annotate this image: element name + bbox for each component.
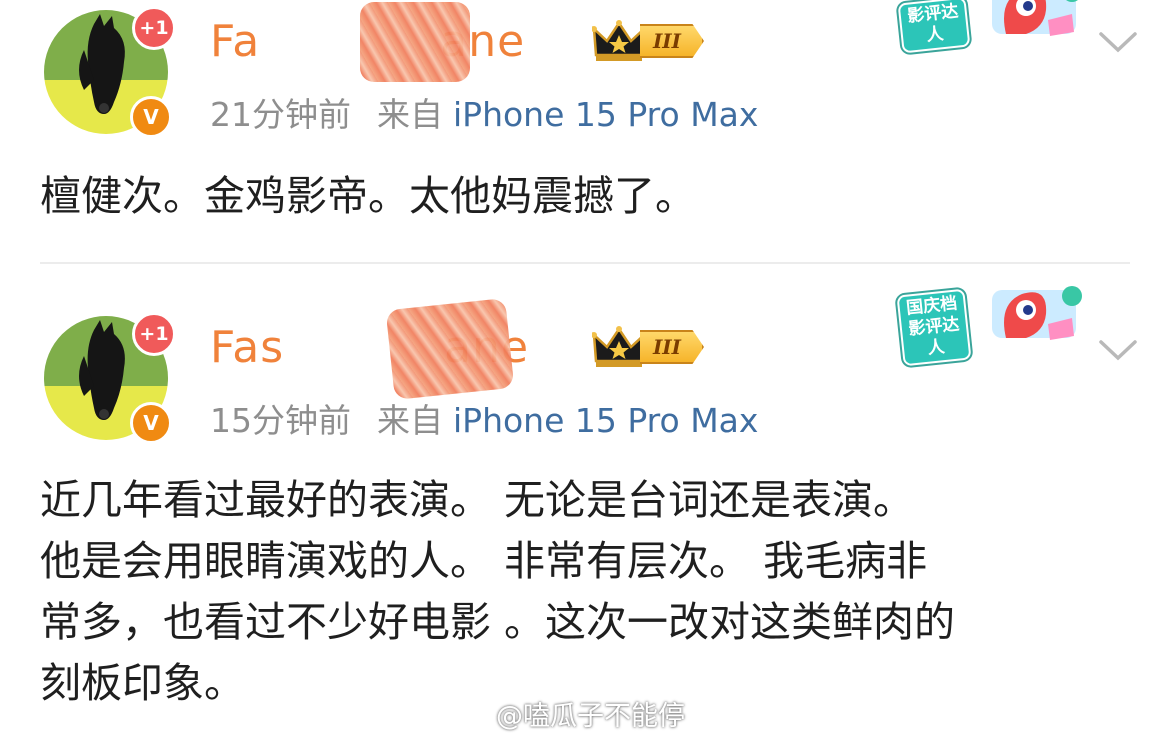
username-row: Fa ane III — [210, 1, 704, 82]
post-content: 近几年看过最好的表演。 无论是台词还是表演。 他是会用眼睛演戏的人。 非常有层次… — [40, 470, 1130, 714]
verified-badge: V — [130, 402, 172, 444]
content-line: 常多，也看过不少好电影 。这次一改对这类鲜肉的 — [40, 598, 956, 646]
content-line: 近几年看过最好的表演。 无论是台词还是表演。 — [40, 476, 915, 524]
verified-badge: V — [130, 96, 172, 138]
weibo-post: +1 V Fa ane III 21分钟前 来自 iPhone 15 Pro Max … — [0, 0, 1170, 262]
weibo-post: +1 V Fasane III 15分钟前来自 iPhone 15 Pro Max… — [0, 266, 1170, 738]
post-content: 檀健次。金鸡影帝。太他妈震撼了。 — [40, 166, 1130, 227]
content-line: 檀健次。金鸡影帝。太他妈震撼了。 — [40, 172, 696, 220]
crown-icon — [592, 326, 646, 367]
username-start: Fa — [210, 15, 261, 67]
crown-icon — [592, 20, 646, 61]
badge-sticker[interactable]: 国庆档 影评达人 — [890, 274, 1090, 367]
device-link[interactable]: iPhone 15 Pro Max — [453, 95, 758, 134]
username-start: Fas — [210, 321, 285, 373]
sticker-label: 国庆档 影评达人 — [896, 288, 972, 367]
verified-v-icon: V — [143, 411, 159, 435]
username[interactable]: Fa ane — [210, 1, 582, 82]
weibo-logo-icon — [456, 702, 490, 727]
watermark: @嗑瓜子不能停 — [456, 694, 685, 733]
mascot-sticker-icon — [992, 0, 1078, 36]
redaction-scribble — [360, 1, 470, 82]
device-link[interactable]: iPhone 15 Pro Max — [453, 401, 758, 440]
verified-v-icon: V — [143, 105, 159, 129]
vip-level: III — [640, 24, 704, 58]
mascot-sticker-icon — [992, 286, 1082, 340]
source-label: 来自 — [377, 401, 443, 440]
vip-level: III — [640, 330, 704, 364]
chevron-down-icon[interactable] — [1098, 338, 1138, 362]
post-time: 15分钟前 — [210, 401, 351, 440]
badge-sticker[interactable]: 影评达人 — [890, 0, 1090, 54]
sticker-label-line: 影评达人 — [907, 314, 961, 359]
follow-plus-badge[interactable]: +1 — [132, 6, 176, 50]
chevron-down-icon[interactable] — [1098, 30, 1138, 54]
vip-badge[interactable]: III — [592, 325, 704, 369]
content-line: 他是会用眼睛演戏的人。 非常有层次。 我毛病非 — [40, 537, 928, 585]
source-label: 来自 — [377, 95, 443, 134]
redaction-scribble — [385, 297, 515, 400]
post-meta: 21分钟前 来自 iPhone 15 Pro Max — [210, 88, 758, 136]
post-divider — [40, 262, 1130, 264]
post-time: 21分钟前 — [210, 95, 351, 134]
sticker-label: 影评达人 — [897, 0, 971, 54]
username-row: Fasane III — [210, 297, 704, 400]
follow-plus-badge[interactable]: +1 — [132, 312, 176, 356]
watermark-text: @嗑瓜子不能停 — [496, 701, 685, 732]
username[interactable]: Fasane — [210, 297, 582, 400]
post-meta: 15分钟前 来自 iPhone 15 Pro Max — [210, 394, 758, 442]
vip-badge[interactable]: III — [592, 19, 704, 63]
